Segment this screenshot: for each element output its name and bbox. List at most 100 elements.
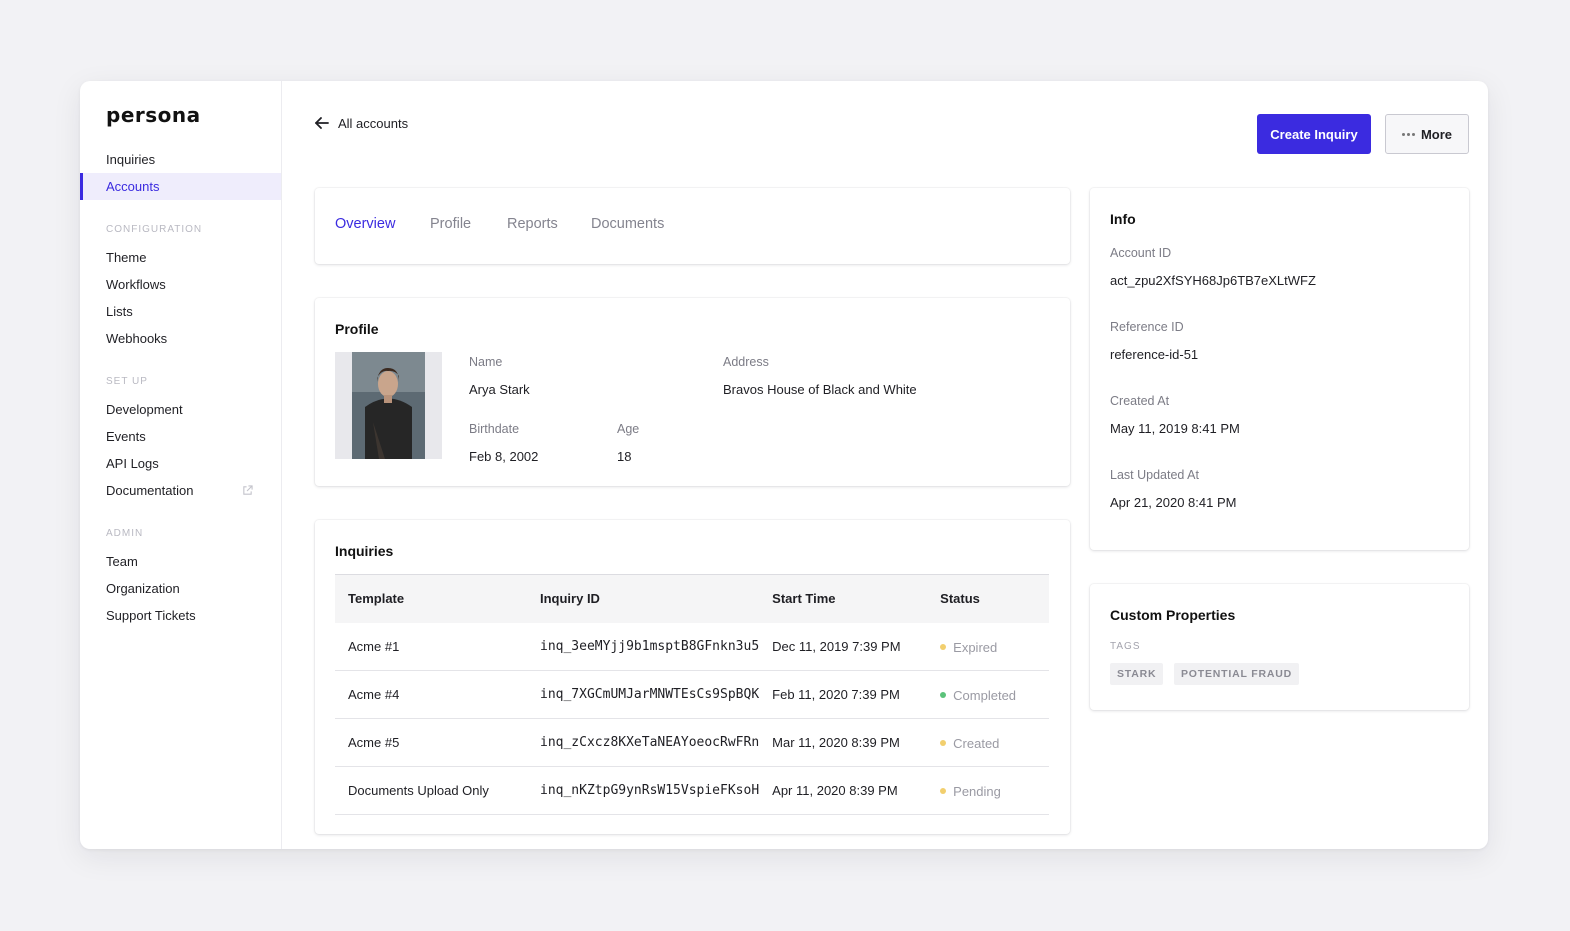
- sidebar-item-webhooks[interactable]: Webhooks: [80, 325, 281, 352]
- main-content: All accounts Create Inquiry More Overvie…: [282, 81, 1488, 849]
- table-header-row: Template Inquiry ID Start Time Status: [335, 574, 1049, 623]
- name-label: Name: [469, 355, 503, 369]
- more-button-label: More: [1420, 126, 1453, 142]
- section-configuration: CONFIGURATION: [106, 224, 203, 235]
- cell-status: Expired: [927, 622, 1049, 671]
- status-dot: [940, 740, 947, 747]
- section-admin: ADMIN: [106, 528, 144, 539]
- table-row[interactable]: Acme #5 inq_zCxcz8KXeTaNEAYoeocRwFRn Mar…: [335, 718, 1049, 767]
- address-label: Address: [723, 355, 769, 369]
- ellipsis-icon: [1401, 132, 1415, 136]
- back-link[interactable]: All accounts: [314, 115, 408, 131]
- status-text: Pending: [953, 783, 1001, 799]
- column-header-inquiry-id[interactable]: Inquiry ID: [527, 574, 760, 623]
- sidebar-item-events[interactable]: Events: [80, 423, 281, 450]
- account-id-label: Account ID: [1110, 246, 1172, 260]
- cell-inquiry-id: inq_7XGCmUMJarMNWTEsCs9SpBQK: [527, 670, 760, 719]
- sidebar-item-documentation[interactable]: Documentation: [80, 477, 281, 504]
- sidebar-item-support-tickets[interactable]: Support Tickets: [80, 602, 281, 629]
- account-id-value: act_zpu2XfSYH68Jp6TB7eXLtWFZ: [1110, 273, 1316, 288]
- section-set-up: SET UP: [106, 376, 148, 387]
- profile-card: Profile Name Arya Stark Address Bravos H…: [315, 298, 1070, 486]
- reference-id-label: Reference ID: [1110, 320, 1184, 334]
- custom-properties-title: Custom Properties: [1110, 607, 1236, 623]
- status-text: Created: [953, 735, 1000, 751]
- tab-documents[interactable]: Documents: [591, 216, 664, 232]
- tabs-card: Overview Profile Reports Documents: [315, 188, 1070, 264]
- sidebar: persona Inquiries Accounts CONFIGURATION…: [80, 81, 282, 849]
- tab-profile[interactable]: Profile: [430, 216, 471, 232]
- sidebar-item-theme[interactable]: Theme: [80, 244, 281, 271]
- tags-label: TAGS: [1110, 641, 1141, 652]
- column-header-status[interactable]: Status: [927, 574, 1049, 623]
- reference-id-value: reference-id-51: [1110, 347, 1199, 362]
- info-card: Info Account ID act_zpu2XfSYH68Jp6TB7eXL…: [1090, 188, 1469, 550]
- sidebar-item-workflows[interactable]: Workflows: [80, 271, 281, 298]
- profile-title: Profile: [335, 321, 379, 337]
- table-row[interactable]: Acme #4 inq_7XGCmUMJarMNWTEsCs9SpBQK Feb…: [335, 670, 1049, 719]
- cell-start-time: Dec 11, 2019 7:39 PM: [759, 622, 928, 671]
- tab-reports[interactable]: Reports: [507, 216, 558, 232]
- external-link-icon: [243, 485, 253, 495]
- created-at-value: May 11, 2019 8:41 PM: [1110, 421, 1240, 436]
- arrow-left-icon: [315, 117, 329, 129]
- status-badge: Completed: [940, 688, 1016, 703]
- sidebar-item-lists[interactable]: Lists: [80, 298, 281, 325]
- cell-inquiry-id: inq_nKZtpG9ynRsW15VspieFKsoH: [527, 766, 760, 815]
- sidebar-item-development[interactable]: Development: [80, 396, 281, 423]
- birthdate-value: Feb 8, 2002: [469, 449, 539, 464]
- status-badge: Pending: [940, 784, 1001, 799]
- tab-overview[interactable]: Overview: [335, 216, 395, 232]
- status-dot: [940, 692, 947, 699]
- back-link-label: All accounts: [338, 115, 409, 131]
- cell-start-time: Mar 11, 2020 8:39 PM: [759, 718, 928, 767]
- cell-template: Acme #1: [335, 622, 527, 671]
- column-header-start-time[interactable]: Start Time: [759, 574, 928, 623]
- create-inquiry-button[interactable]: Create Inquiry: [1257, 114, 1371, 154]
- info-title: Info: [1110, 211, 1136, 227]
- cell-template: Acme #5: [335, 718, 527, 767]
- age-label: Age: [617, 422, 640, 436]
- inquiries-card: Inquiries Template Inquiry ID Start Time…: [315, 520, 1070, 834]
- app-window: persona Inquiries Accounts CONFIGURATION…: [80, 81, 1488, 849]
- last-updated-value: Apr 21, 2020 8:41 PM: [1110, 495, 1237, 510]
- tag-stark[interactable]: STARK: [1110, 663, 1164, 685]
- status-dot: [940, 644, 947, 650]
- status-text: Completed: [953, 687, 1017, 703]
- sidebar-item-api-logs[interactable]: API Logs: [80, 450, 281, 477]
- inquiries-title: Inquiries: [335, 543, 394, 559]
- cell-start-time: Apr 11, 2020 8:39 PM: [759, 766, 928, 815]
- last-updated-label: Last Updated At: [1110, 468, 1199, 482]
- more-button[interactable]: More: [1385, 114, 1469, 154]
- name-value: Arya Stark: [469, 382, 530, 397]
- cell-status: Pending: [927, 766, 1049, 815]
- custom-properties-card: Custom Properties TAGS STARK POTENTIAL F…: [1090, 584, 1469, 710]
- cell-status: Completed: [927, 670, 1049, 719]
- column-header-template[interactable]: Template: [335, 574, 527, 623]
- profile-photo: [335, 352, 442, 459]
- birthdate-label: Birthdate: [469, 422, 520, 436]
- tag-potential-fraud[interactable]: POTENTIAL FRAUD: [1174, 663, 1299, 685]
- inquiries-table: Template Inquiry ID Start Time Status Ac…: [335, 574, 1049, 815]
- cell-status: Created: [927, 718, 1049, 767]
- sidebar-item-team[interactable]: Team: [80, 548, 281, 575]
- sidebar-item-documentation-label: Documentation: [106, 483, 194, 498]
- age-value: 18: [617, 449, 632, 464]
- address-value: Bravos House of Black and White: [723, 382, 917, 397]
- status-badge: Created: [940, 736, 999, 751]
- status-badge: Expired: [940, 640, 997, 655]
- cell-template: Acme #4: [335, 670, 527, 719]
- sidebar-item-inquiries[interactable]: Inquiries: [80, 146, 281, 173]
- sidebar-item-organization[interactable]: Organization: [80, 575, 281, 602]
- persona-logo[interactable]: persona: [106, 103, 201, 127]
- sidebar-item-accounts[interactable]: Accounts: [80, 173, 281, 200]
- cell-start-time: Feb 11, 2020 7:39 PM: [759, 670, 928, 719]
- created-at-label: Created At: [1110, 394, 1170, 408]
- cell-template: Documents Upload Only: [335, 766, 527, 815]
- sidebar-nav: Inquiries Accounts CONFIGURATION Theme W…: [80, 146, 281, 629]
- status-dot: [940, 788, 947, 795]
- table-row[interactable]: Documents Upload Only inq_nKZtpG9ynRsW15…: [335, 766, 1049, 815]
- status-text: Expired: [953, 639, 998, 655]
- table-row[interactable]: Acme #1 inq_3eeMYjj9b1msptB8GFnkn3u5 Dec…: [335, 622, 1049, 671]
- cell-inquiry-id: inq_3eeMYjj9b1msptB8GFnkn3u5: [527, 622, 760, 671]
